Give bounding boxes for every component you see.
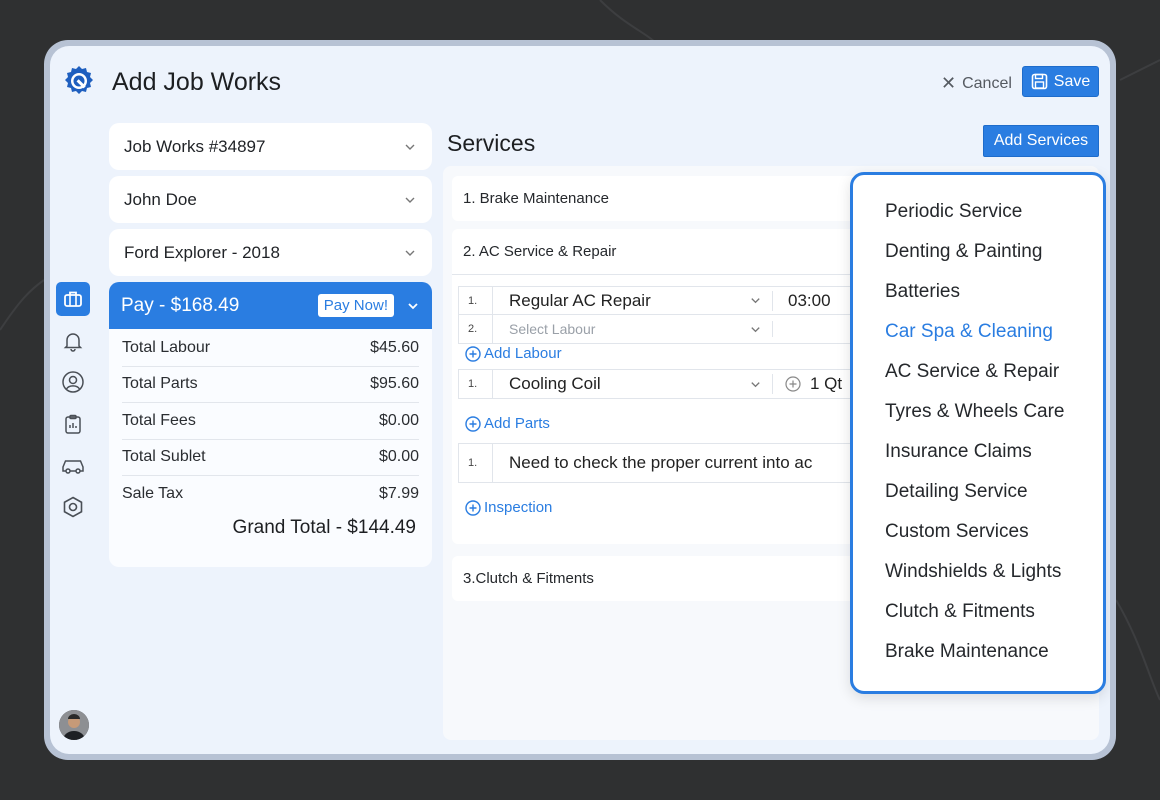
add-inspection-link[interactable]: Inspection [465, 499, 552, 516]
row-number: 2. [459, 315, 493, 343]
dropdown-item[interactable]: Periodic Service [853, 192, 1103, 232]
page-title: Add Job Works [112, 68, 282, 96]
total-row: Total Sublet $0.00 [122, 440, 419, 476]
dropdown-item[interactable]: Denting & Painting [853, 232, 1103, 272]
row-number: 1. [459, 370, 493, 398]
add-labour-label: Add Labour [484, 345, 562, 362]
plus-circle-icon [465, 499, 481, 516]
part-name: Cooling Coil [509, 374, 601, 393]
vehicle-select[interactable]: Ford Explorer - 2018 [109, 229, 432, 276]
labour-name: Regular AC Repair [509, 290, 651, 310]
services-title: Services [447, 130, 536, 156]
nav-vehicles[interactable] [56, 448, 90, 482]
bell-icon [63, 332, 83, 352]
clipboard-icon [65, 414, 81, 434]
total-row: Total Labour $45.60 [122, 330, 419, 367]
cancel-button[interactable]: ✕ Cancel [941, 73, 1012, 94]
chevron-down-icon [751, 298, 760, 304]
add-parts-label: Add Parts [484, 415, 550, 432]
pay-amount: Pay - $168.49 [121, 294, 240, 316]
car-icon [62, 460, 84, 474]
dropdown-item[interactable]: Batteries [853, 272, 1103, 312]
chevron-down-icon [405, 144, 415, 150]
dropdown-item[interactable]: Tyres & Wheels Care [853, 392, 1103, 432]
pay-header[interactable]: Pay - $168.49 Pay Now! [109, 282, 432, 329]
row-number: 1. [459, 287, 493, 314]
save-button[interactable]: Save [1022, 66, 1099, 97]
labour-select[interactable]: Select Labour [493, 321, 773, 337]
side-nav [56, 282, 90, 531]
total-row: Total Fees $0.00 [122, 403, 419, 440]
pay-now-button[interactable]: Pay Now! [317, 294, 394, 317]
inspection-label: Inspection [484, 499, 553, 516]
total-label: Sale Tax [122, 485, 184, 503]
plus-circle-icon[interactable] [785, 376, 801, 392]
nav-reports[interactable] [56, 407, 90, 441]
total-row: Sale Tax $7.99 [122, 476, 419, 513]
window-content: Add Job Works ✕ Cancel Save Job Works #3… [50, 46, 1110, 754]
labour-time[interactable]: 03:00 [773, 291, 831, 311]
dropdown-item[interactable]: AC Service & Repair [853, 352, 1103, 392]
total-label: Total Parts [122, 375, 198, 393]
chevron-down-icon [751, 381, 760, 387]
nav-settings[interactable] [56, 490, 90, 524]
avatar[interactable] [59, 710, 89, 740]
briefcase-icon [64, 291, 82, 307]
settings-wrench-logo-icon [65, 66, 93, 94]
dropdown-item[interactable]: Custom Services [853, 512, 1103, 552]
plus-circle-icon [465, 345, 481, 362]
nav-jobs[interactable] [56, 282, 90, 316]
total-label: Total Fees [122, 411, 196, 429]
chevron-down-icon [405, 197, 415, 203]
total-value: $95.60 [370, 375, 419, 393]
customer-select-value: John Doe [124, 189, 197, 209]
add-parts-link[interactable]: Add Parts [465, 415, 550, 432]
total-value: $0.00 [378, 411, 419, 429]
total-value: $7.99 [378, 485, 419, 503]
dropdown-item[interactable]: Insurance Claims [853, 432, 1103, 472]
labour-select[interactable]: Regular AC Repair [493, 290, 773, 311]
dropdown-item[interactable]: Brake Maintenance [853, 632, 1103, 672]
totals-list: Total Labour $45.60 Total Parts $95.60 Total… [109, 330, 432, 513]
labour-placeholder: Select Labour [509, 321, 596, 337]
job-select-value: Job Works #34897 [124, 136, 266, 156]
total-value: $45.60 [370, 338, 419, 356]
total-row: Total Parts $95.60 [122, 367, 419, 403]
app-window: Add Job Works ✕ Cancel Save Job Works #3… [44, 40, 1116, 760]
nav-notifications[interactable] [56, 324, 90, 358]
part-select[interactable]: Cooling Coil [493, 374, 773, 394]
part-quantity[interactable]: 1 Qt [801, 374, 842, 394]
close-icon: ✕ [941, 73, 957, 93]
plus-circle-icon [465, 415, 481, 432]
save-icon [1031, 73, 1048, 90]
dropdown-item[interactable]: Detailing Service [853, 472, 1103, 512]
dropdown-item[interactable]: Clutch & Fitments [853, 592, 1103, 632]
customer-select[interactable]: John Doe [109, 176, 432, 223]
nav-profile[interactable] [56, 365, 90, 399]
row-number: 1. [459, 444, 493, 482]
add-services-dropdown: Periodic Service Denting & Painting Batter… [850, 172, 1106, 694]
add-services-button[interactable]: Add Services [983, 125, 1099, 157]
job-select[interactable]: Job Works #34897 [109, 123, 432, 170]
chevron-down-icon [405, 250, 415, 256]
add-labour-link[interactable]: Add Labour [465, 345, 562, 362]
chevron-down-icon [751, 326, 760, 332]
user-circle-icon [62, 371, 84, 393]
user-avatar-icon [59, 710, 89, 740]
save-label: Save [1053, 72, 1091, 90]
dropdown-item[interactable]: Windshields & Lights [853, 552, 1103, 592]
cancel-label: Cancel [962, 74, 1012, 92]
chevron-down-icon[interactable] [406, 299, 420, 313]
total-label: Total Labour [122, 338, 211, 356]
grand-total: Grand Total - $144.49 [232, 516, 416, 538]
vehicle-select-value: Ford Explorer - 2018 [124, 242, 280, 262]
total-value: $0.00 [378, 448, 419, 466]
dropdown-item[interactable]: Car Spa & Cleaning [853, 312, 1103, 352]
total-label: Total Sublet [122, 448, 206, 466]
hexagon-nut-icon [63, 496, 83, 517]
payment-summary: Pay - $168.49 Pay Now! Total Labour $45.6… [109, 282, 432, 567]
